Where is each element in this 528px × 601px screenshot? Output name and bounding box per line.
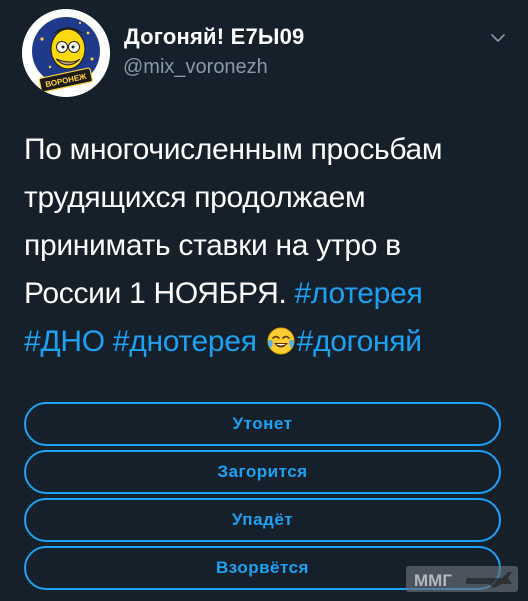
poll-option-2[interactable]: Загорится [24,450,501,494]
tears-of-joy-emoji-icon [267,327,295,355]
hashtag-link-dnoterea[interactable]: #днотерея [113,325,257,358]
tweet-text-line: #ДНО #днотерея #догоняй [24,318,514,366]
hashtag-link-dno[interactable]: #ДНО [24,325,105,358]
poll-option-1[interactable]: Утонет [24,402,501,446]
watermark-text: ММГ [414,571,452,590]
avatar[interactable]: ВОРОНЕЖ [22,9,110,97]
tweet-text: По многочисленным просьбам трудящихся пр… [24,126,514,366]
hashtag-link-lottery[interactable]: #лотерея [295,277,423,310]
hashtag-link-dogonyay[interactable]: #догоняй [297,325,422,358]
display-name[interactable]: Догоняй! Е7Ы09 [124,24,305,50]
user-handle[interactable]: @mix_voronezh [123,56,268,79]
watermark-logo: ММГ [404,556,520,596]
tweet-text-line: принимать ставки на утро в [24,229,401,262]
tweet-text-line: трудящихся продолжаем [24,181,366,214]
tweet-text-line: России 1 НОЯБРЯ. #лотерея [24,270,514,318]
tweet-text-segment: России 1 НОЯБРЯ. [24,277,287,310]
tweet-card: ВОРОНЕЖ Догоняй! Е7Ы09 @mix_voronezh По … [0,0,528,600]
poll-option-3[interactable]: Упадёт [24,498,501,542]
chevron-down-icon [491,34,505,42]
avatar-image: ВОРОНЕЖ [22,9,110,97]
watermark-logo-image: ММГ [406,566,518,592]
tweet-text-line: По многочисленным просьбам [24,133,443,166]
tweet-menu-button[interactable] [488,28,508,48]
